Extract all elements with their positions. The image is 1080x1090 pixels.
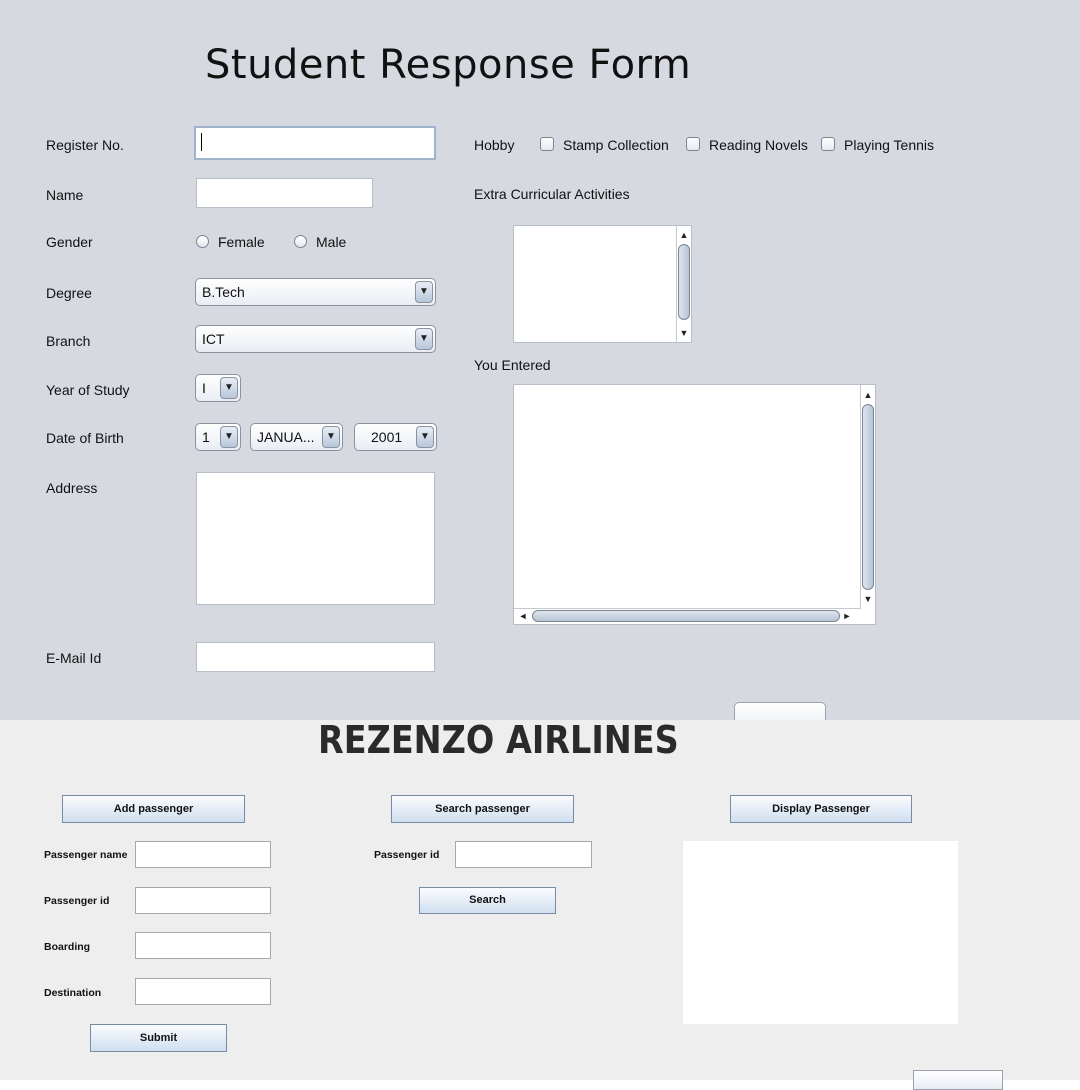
scroll-thumb[interactable] bbox=[678, 244, 690, 320]
chevron-down-icon[interactable]: ▼ bbox=[220, 426, 238, 448]
register-no-input[interactable] bbox=[194, 126, 436, 160]
scroll-left-icon[interactable]: ◄ bbox=[516, 609, 530, 623]
degree-label: Degree bbox=[46, 285, 92, 301]
chevron-down-icon[interactable]: ▼ bbox=[322, 426, 340, 448]
hobby-reading-novels-checkbox[interactable] bbox=[686, 137, 700, 151]
date-of-birth-label: Date of Birth bbox=[46, 430, 124, 446]
scroll-up-icon[interactable]: ▲ bbox=[861, 388, 875, 402]
hobby-stamp-collection-checkbox[interactable] bbox=[540, 137, 554, 151]
register-no-label: Register No. bbox=[46, 137, 124, 153]
hobby-stamp-collection-label[interactable]: Stamp Collection bbox=[563, 137, 669, 153]
address-label: Address bbox=[46, 480, 98, 496]
gender-male-radio[interactable] bbox=[294, 235, 307, 248]
destination-input[interactable] bbox=[135, 978, 271, 1005]
gender-female-radio[interactable] bbox=[196, 235, 209, 248]
dob-month-dropdown[interactable]: JANUA... ▼ bbox=[250, 423, 343, 451]
year-of-study-dropdown[interactable]: I ▼ bbox=[195, 374, 241, 402]
scroll-down-icon[interactable]: ▼ bbox=[861, 592, 875, 606]
text-caret bbox=[201, 133, 202, 151]
scroll-thumb[interactable] bbox=[532, 610, 840, 622]
branch-selected-value: ICT bbox=[202, 331, 225, 347]
submit-button[interactable]: Submit bbox=[90, 1024, 227, 1052]
email-input[interactable] bbox=[196, 642, 435, 672]
year-selected-value: I bbox=[202, 380, 206, 396]
search-passenger-button[interactable]: Search passenger bbox=[391, 795, 574, 823]
partial-button[interactable] bbox=[913, 1070, 1003, 1090]
year-of-study-label: Year of Study bbox=[46, 382, 130, 398]
you-entered-output[interactable]: ▲ ▼ ◄ ► bbox=[513, 384, 876, 625]
output-horizontal-scrollbar[interactable]: ◄ ► bbox=[514, 608, 860, 624]
scroll-down-icon[interactable]: ▼ bbox=[677, 326, 691, 340]
dob-year-dropdown[interactable]: 2001 ▼ bbox=[354, 423, 437, 451]
chevron-down-icon[interactable]: ▼ bbox=[220, 377, 238, 399]
search-passenger-id-label: Passenger id bbox=[374, 849, 440, 861]
chevron-down-icon[interactable]: ▼ bbox=[415, 281, 433, 303]
degree-selected-value: B.Tech bbox=[202, 284, 245, 300]
scroll-right-icon[interactable]: ► bbox=[840, 609, 854, 623]
hobby-playing-tennis-label[interactable]: Playing Tennis bbox=[844, 137, 934, 153]
airline-title: REZENZO AIRLINES bbox=[318, 718, 679, 762]
extra-curricular-label: Extra Curricular Activities bbox=[474, 186, 630, 202]
dob-day-value: 1 bbox=[202, 429, 210, 445]
gender-female-label[interactable]: Female bbox=[218, 234, 265, 250]
gender-label: Gender bbox=[46, 234, 93, 250]
boarding-input[interactable] bbox=[135, 932, 271, 959]
search-passenger-id-input[interactable] bbox=[455, 841, 592, 868]
passenger-display-area[interactable] bbox=[683, 841, 958, 1024]
passenger-name-label: Passenger name bbox=[44, 849, 128, 861]
chevron-down-icon[interactable]: ▼ bbox=[415, 328, 433, 350]
destination-label: Destination bbox=[44, 987, 102, 999]
hobby-label: Hobby bbox=[474, 137, 515, 153]
degree-dropdown[interactable]: B.Tech ▼ bbox=[195, 278, 436, 306]
passenger-id-label: Passenger id bbox=[44, 895, 110, 907]
dob-year-value: 2001 bbox=[371, 429, 403, 445]
gender-male-label[interactable]: Male bbox=[316, 234, 346, 250]
dob-day-dropdown[interactable]: 1 ▼ bbox=[195, 423, 241, 451]
chevron-down-icon[interactable]: ▼ bbox=[416, 426, 434, 448]
form-title: Student Response Form bbox=[205, 42, 692, 88]
scroll-up-icon[interactable]: ▲ bbox=[677, 228, 691, 242]
passenger-name-input[interactable] bbox=[135, 841, 271, 868]
student-response-form-window: Student Response Form Register No. Name … bbox=[0, 0, 1080, 732]
name-label: Name bbox=[46, 187, 84, 203]
boarding-label: Boarding bbox=[44, 941, 91, 953]
branch-label: Branch bbox=[46, 333, 91, 349]
you-entered-label: You Entered bbox=[474, 357, 551, 373]
address-textarea[interactable] bbox=[196, 472, 435, 605]
dob-month-value: JANUA... bbox=[257, 429, 315, 445]
branch-dropdown[interactable]: ICT ▼ bbox=[195, 325, 436, 353]
name-input[interactable] bbox=[196, 178, 373, 208]
hobby-playing-tennis-checkbox[interactable] bbox=[821, 137, 835, 151]
extra-curricular-scrollbar[interactable]: ▲ ▼ bbox=[676, 226, 691, 342]
add-passenger-button[interactable]: Add passenger bbox=[62, 795, 245, 823]
email-label: E-Mail Id bbox=[46, 650, 102, 666]
passenger-id-input[interactable] bbox=[135, 887, 271, 914]
extra-curricular-list[interactable]: ▲ ▼ bbox=[513, 225, 692, 343]
output-vertical-scrollbar[interactable]: ▲ ▼ bbox=[860, 385, 875, 609]
hobby-reading-novels-label[interactable]: Reading Novels bbox=[709, 137, 808, 153]
display-passenger-button[interactable]: Display Passenger bbox=[730, 795, 912, 823]
search-button[interactable]: Search bbox=[419, 887, 556, 914]
scroll-thumb[interactable] bbox=[862, 404, 874, 590]
rezenzo-airlines-window: REZENZO AIRLINES Add passenger Search pa… bbox=[0, 718, 1080, 1090]
